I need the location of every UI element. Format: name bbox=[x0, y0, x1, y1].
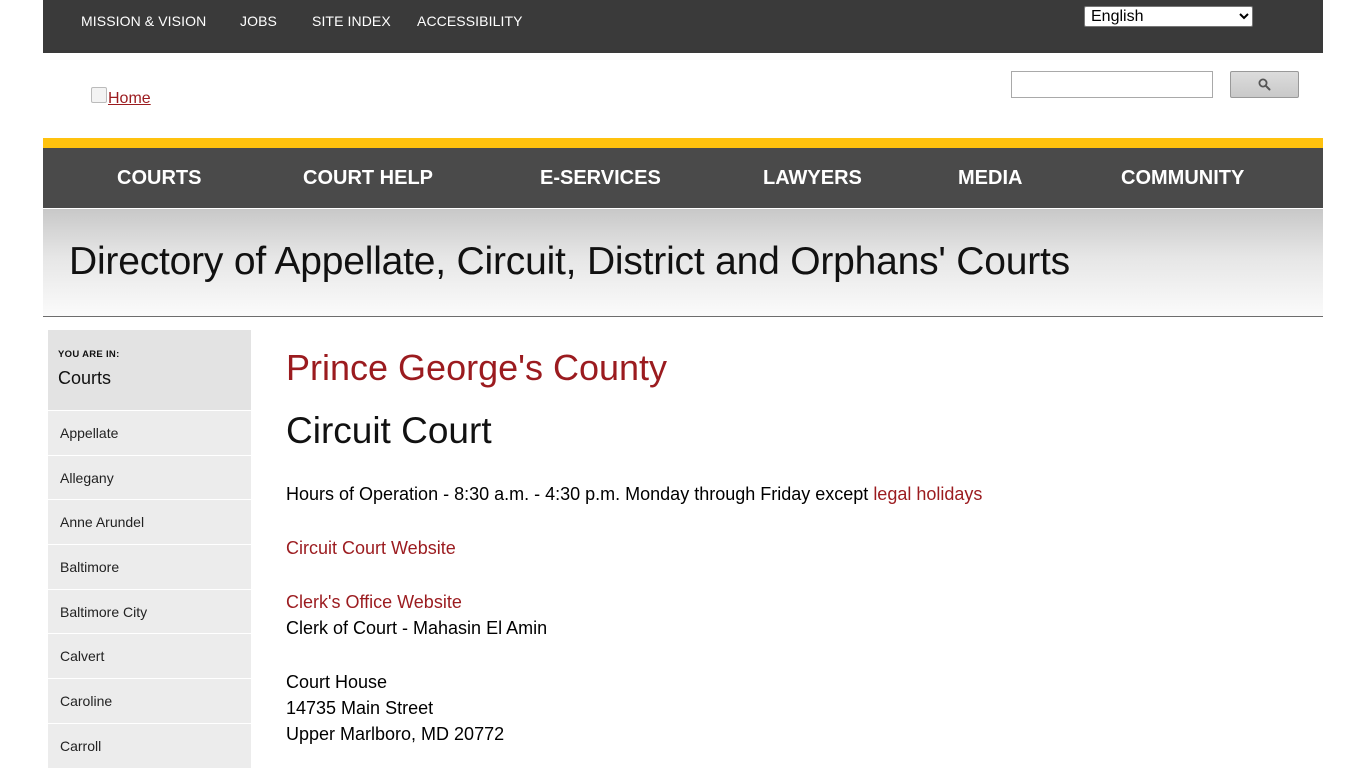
accent-stripe bbox=[43, 138, 1323, 148]
hours-paragraph: Hours of Operation - 8:30 a.m. - 4:30 p.… bbox=[286, 481, 1286, 507]
address-street: 14735 Main Street bbox=[286, 698, 434, 718]
you-are-in-box: YOU ARE IN: Courts bbox=[48, 330, 251, 410]
home-logo-link[interactable]: Home bbox=[91, 87, 151, 108]
utility-link-accessibility[interactable]: ACCESSIBILITY bbox=[417, 13, 523, 29]
utility-link-site-index[interactable]: SITE INDEX bbox=[312, 13, 391, 29]
page-banner: Directory of Appellate, Circuit, Distric… bbox=[43, 209, 1323, 317]
main-nav: COURTS COURT HELP E-SERVICES LAWYERS MED… bbox=[43, 148, 1323, 208]
nav-lawyers[interactable]: LAWYERS bbox=[763, 167, 862, 190]
broken-image-icon bbox=[91, 87, 107, 103]
sidebar-item-allegany[interactable]: Allegany bbox=[48, 454, 251, 500]
sidebar: YOU ARE IN: Courts Appellate Allegany An… bbox=[48, 330, 251, 768]
site-header: Home bbox=[43, 53, 1323, 138]
search-input[interactable] bbox=[1011, 71, 1213, 98]
sidebar-item-carroll[interactable]: Carroll bbox=[48, 722, 251, 768]
sidebar-item-baltimore-city[interactable]: Baltimore City bbox=[48, 588, 251, 634]
address-city: Upper Marlboro, MD 20772 bbox=[286, 724, 505, 744]
clerk-office-website-link[interactable]: Clerk's Office Website bbox=[286, 592, 462, 612]
sidebar-item-caroline[interactable]: Caroline bbox=[48, 678, 251, 723]
legal-holidays-link[interactable]: legal holidays bbox=[873, 484, 982, 504]
clerk-paragraph: Clerk's Office Website Clerk of Court - … bbox=[286, 589, 1286, 641]
hours-text: Hours of Operation - 8:30 a.m. - 4:30 p.… bbox=[286, 484, 869, 504]
search-button[interactable] bbox=[1230, 71, 1299, 98]
sidebar-item-anne-arundel[interactable]: Anne Arundel bbox=[48, 499, 251, 545]
current-section: Courts bbox=[58, 368, 112, 388]
address-block: Court House 14735 Main Street Upper Marl… bbox=[286, 669, 1286, 747]
you-are-in-label: YOU ARE IN: bbox=[58, 349, 120, 360]
sidebar-item-calvert[interactable]: Calvert bbox=[48, 633, 251, 679]
circuit-site-paragraph: Circuit Court Website bbox=[286, 535, 1286, 561]
clerk-of-court-text: Clerk of Court - Mahasin El Amin bbox=[286, 618, 548, 638]
nav-court-help[interactable]: COURT HELP bbox=[303, 167, 433, 190]
utility-link-mission-vision[interactable]: MISSION & VISION bbox=[81, 13, 206, 29]
sidebar-item-appellate[interactable]: Appellate bbox=[48, 410, 251, 455]
sidebar-item-baltimore[interactable]: Baltimore bbox=[48, 544, 251, 589]
nav-community[interactable]: COMMUNITY bbox=[1121, 167, 1244, 190]
main-content: Prince George's County Circuit Court Hou… bbox=[286, 346, 1286, 747]
utility-bar: MISSION & VISION JOBS SITE INDEX ACCESSI… bbox=[43, 0, 1323, 53]
utility-link-jobs[interactable]: JOBS bbox=[240, 13, 277, 29]
logo-alt-text: Home bbox=[108, 90, 151, 107]
county-heading: Prince George's County bbox=[286, 347, 668, 388]
language-select[interactable]: English bbox=[1084, 6, 1253, 27]
search-icon bbox=[1258, 78, 1271, 91]
address-name: Court House bbox=[286, 672, 388, 692]
circuit-court-website-link[interactable]: Circuit Court Website bbox=[286, 538, 456, 558]
nav-e-services[interactable]: E-SERVICES bbox=[540, 167, 661, 190]
nav-courts[interactable]: COURTS bbox=[117, 167, 201, 190]
page-title: Directory of Appellate, Circuit, Distric… bbox=[69, 240, 1070, 283]
court-heading: Circuit Court bbox=[286, 410, 492, 451]
nav-media[interactable]: MEDIA bbox=[958, 167, 1022, 190]
